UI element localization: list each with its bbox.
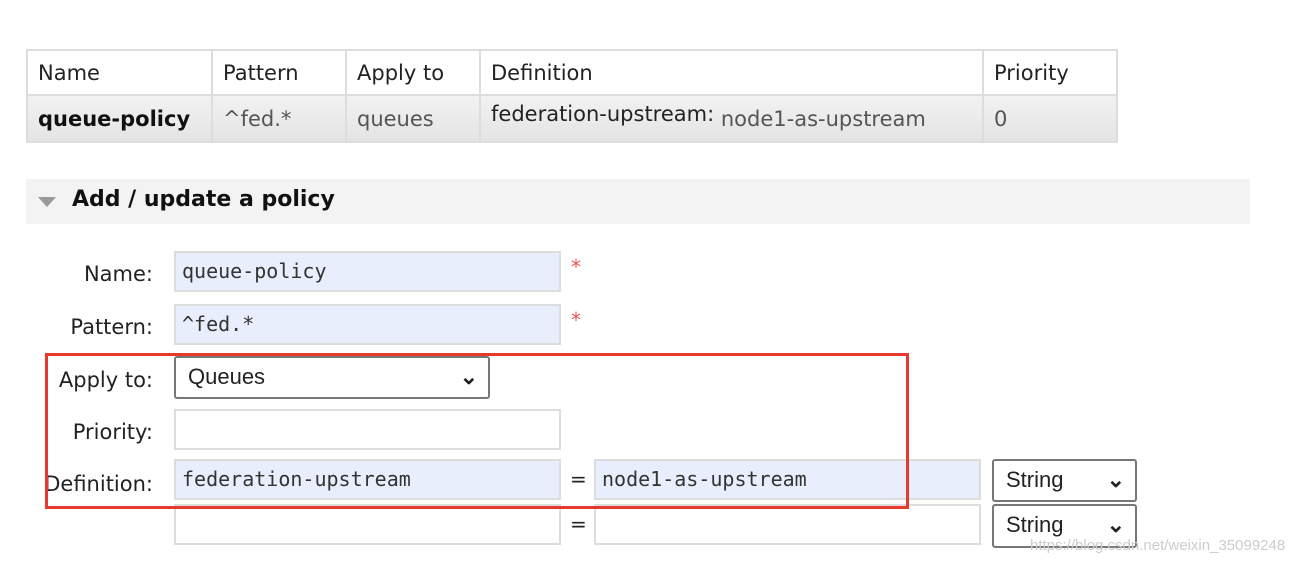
definition-value-input-2[interactable] [594,504,981,545]
policy-priority: 0 [982,94,1118,143]
type-value: String [1006,467,1064,492]
collapse-triangle-icon [38,197,56,207]
table-row[interactable]: queue-policy ^fed.* queues federation-up… [26,94,1118,143]
definition-key-input-2[interactable] [174,504,561,545]
definition-key: federation-upstream: [491,101,715,126]
required-mark: * [571,308,581,332]
col-apply-to: Apply to [345,49,481,96]
name-input[interactable]: queue-policy [174,251,561,292]
policy-pattern: ^fed.* [211,94,347,143]
table-header-row: Name Pattern Apply to Definition Priorit… [26,49,1118,96]
policies-table: Name Pattern Apply to Definition Priorit… [26,49,1118,143]
section-title: Add / update a policy [72,187,335,212]
pattern-input[interactable]: ^fed.* [174,304,561,345]
required-mark: * [571,255,581,279]
equals-sign: = [570,512,587,536]
policy-definition: federation-upstream: node1-as-upstream [479,94,984,143]
col-name: Name [26,49,213,96]
name-label: Name: [83,262,153,286]
watermark: https://blog.csdn.net/weixin_35099248 [1030,537,1286,554]
col-definition: Definition [479,49,984,96]
chevron-down-icon: ⌄ [1106,467,1125,492]
definition-type-select[interactable]: String ⌄ [992,459,1137,502]
policy-apply-to: queues [345,94,481,143]
type-value: String [1006,512,1064,537]
chevron-down-icon: ⌄ [1106,512,1125,537]
policy-name-link[interactable]: queue-policy [26,94,213,143]
pattern-label: Pattern: [70,315,153,339]
highlight-box [45,353,909,509]
col-priority: Priority [982,49,1118,96]
definition-value: node1-as-upstream [720,106,926,131]
col-pattern: Pattern [211,49,347,96]
add-policy-section-toggle[interactable]: Add / update a policy [26,179,1250,224]
